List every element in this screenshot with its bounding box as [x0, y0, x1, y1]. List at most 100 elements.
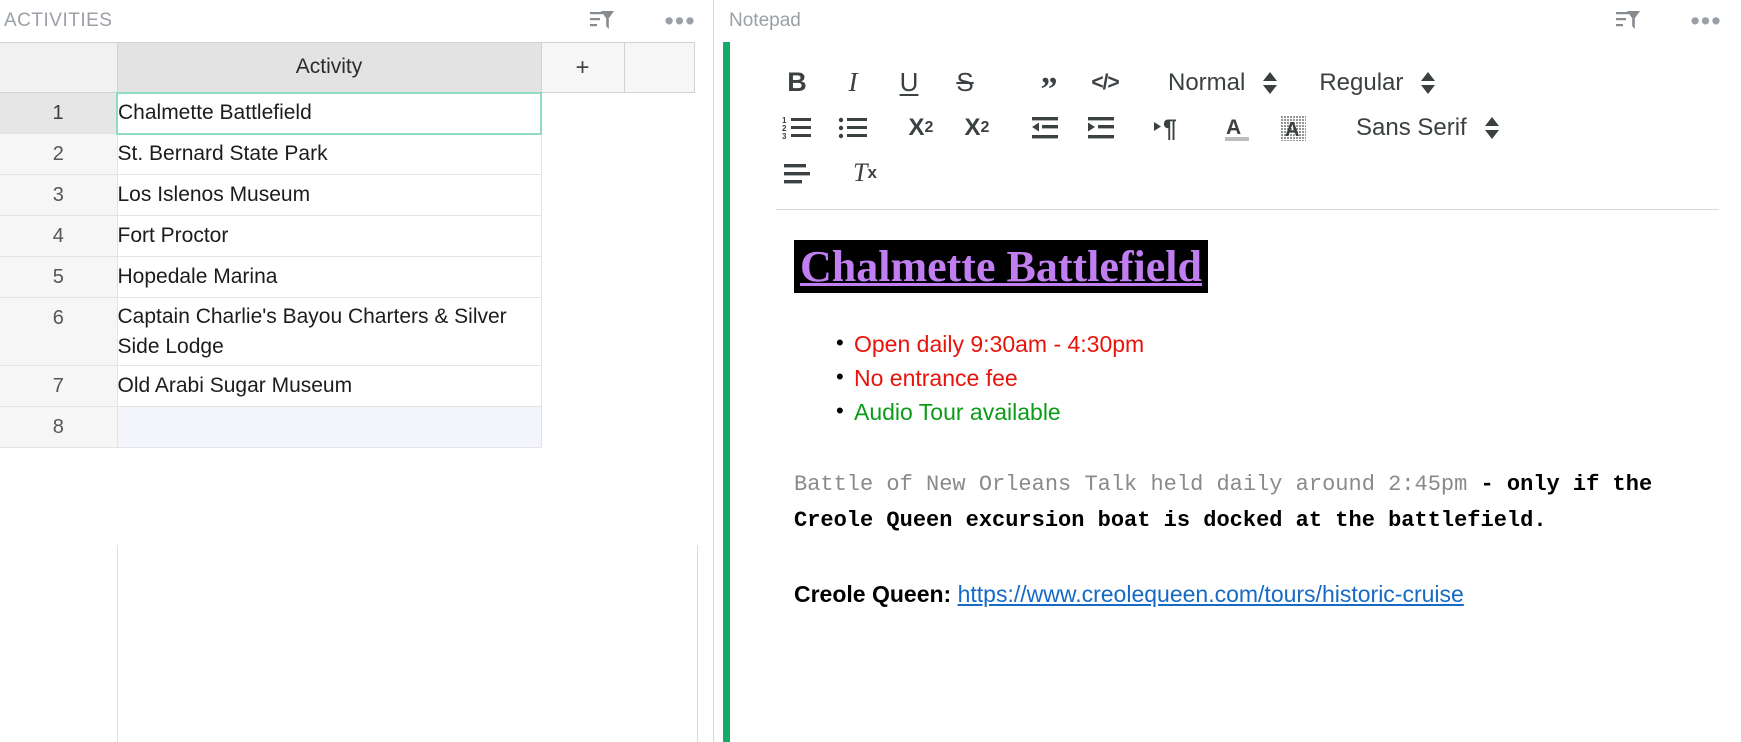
link-label: Creole Queen: [794, 580, 952, 607]
pane-divider [713, 0, 714, 742]
row-number[interactable]: 2 [0, 133, 118, 175]
column-header-activity[interactable]: Activity [117, 42, 542, 93]
row-number[interactable]: 6 [0, 297, 118, 366]
row-spacer [624, 133, 694, 175]
document-content[interactable]: Chalmette Battlefield Open daily 9:30am … [766, 210, 1719, 608]
font-weight-dropdown[interactable]: Regular [1319, 64, 1436, 102]
more-options-glyph: ••• [664, 6, 696, 36]
row-spacer [541, 174, 624, 216]
toolbar-row-1: B I U S ” </> Normal Regular [776, 60, 1719, 107]
paragraph-plain-text: Battle of New Orleans Talk held daily ar… [794, 472, 1481, 498]
header-extra-cell [624, 42, 695, 93]
table-row[interactable]: 1 Chalmette Battlefield [0, 91, 694, 135]
activity-cell[interactable]: Chalmette Battlefield [116, 91, 542, 135]
table-body: 1 Chalmette Battlefield 2 St. Bernard St… [0, 91, 694, 448]
row-number[interactable]: 3 [0, 174, 118, 216]
activity-cell[interactable]: Hopedale Marina [117, 256, 542, 298]
row-spacer [541, 297, 624, 366]
row-spacer [541, 215, 624, 257]
table-row[interactable]: 7 Old Arabi Sugar Museum [0, 365, 694, 407]
outdent-icon[interactable] [1024, 109, 1066, 147]
row-spacer [624, 92, 694, 134]
blockquote-icon[interactable]: ” [1028, 64, 1070, 107]
grid-empty-divider [117, 545, 118, 742]
row-number[interactable]: 5 [0, 256, 118, 298]
row-spacer [541, 406, 624, 448]
bold-button[interactable]: B [776, 64, 818, 102]
document-link-line: Creole Queen: https://www.creolequeen.co… [794, 581, 1709, 608]
creole-queen-link[interactable]: https://www.creolequeen.com/tours/histor… [958, 581, 1464, 607]
text-direction-icon[interactable]: ¶ [1148, 109, 1190, 147]
svg-text:¶: ¶ [1163, 115, 1177, 141]
italic-button[interactable]: I [832, 64, 874, 102]
row-spacer [624, 365, 694, 407]
indent-icon[interactable] [1080, 109, 1122, 147]
sort-filter-icon[interactable] [585, 6, 619, 36]
row-spacer [624, 256, 694, 298]
table-row[interactable]: 4 Fort Proctor [0, 215, 694, 257]
table-row[interactable]: 8 [0, 406, 694, 448]
document-bullet-list: Open daily 9:30am - 4:30pm No entrance f… [792, 327, 1709, 429]
paragraph-style-dropdown[interactable]: Normal [1168, 64, 1278, 102]
toolbar-row-2: 1 2 3 X 2 X 2 ¶ A A Sans Serif [776, 105, 1719, 150]
more-options-glyph: ••• [1690, 6, 1722, 36]
row-spacer [624, 174, 694, 216]
activity-cell[interactable]: Fort Proctor [117, 215, 542, 257]
superscript-icon[interactable]: X2 [956, 109, 998, 147]
strikethrough-button[interactable]: S [944, 64, 986, 102]
chevron-updown-icon [1263, 71, 1278, 94]
activity-cell[interactable]: Captain Charlie's Bayou Charters & Silve… [117, 297, 542, 366]
row-number[interactable]: 7 [0, 365, 118, 407]
table-row[interactable]: 5 Hopedale Marina [0, 256, 694, 298]
activity-cell[interactable]: Old Arabi Sugar Museum [117, 365, 542, 407]
add-column-button[interactable]: + [541, 42, 625, 93]
activity-cell[interactable]: Los Islenos Museum [117, 174, 542, 216]
activity-cell-empty[interactable] [117, 406, 542, 448]
accent-bar [723, 42, 730, 742]
list-item: Open daily 9:30am - 4:30pm [836, 327, 1709, 361]
page-title: ACTIVITIES [4, 10, 113, 31]
notepad-title: Notepad [729, 10, 801, 31]
clear-formatting-icon[interactable]: Tx [844, 154, 886, 192]
highlight-color-icon[interactable]: A [1272, 109, 1314, 147]
more-options-icon[interactable]: ••• [1689, 6, 1723, 36]
notepad-panel-header: Notepad ••• [715, 0, 1741, 42]
align-icon[interactable] [776, 154, 818, 192]
select-all-corner[interactable] [0, 42, 118, 93]
row-spacer [624, 215, 694, 257]
document-paragraph: Battle of New Orleans Talk held daily ar… [794, 467, 1674, 538]
underline-button[interactable]: U [888, 64, 930, 102]
grid-empty-area[interactable] [0, 545, 698, 742]
activities-table: Activity + 1 Chalmette Battlefield 2 St.… [0, 42, 695, 448]
app-root: ACTIVITIES ••• Activity + 1 Chalmette Ba… [0, 0, 1741, 742]
rich-text-editor[interactable]: B I U S ” </> Normal Regular 1 2 3 X 2 X… [730, 42, 1741, 742]
activities-grid: Activity + 1 Chalmette Battlefield 2 St.… [0, 42, 715, 742]
svg-text:A: A [1226, 116, 1241, 139]
subscript-icon[interactable]: X2 [900, 109, 942, 147]
bullet-list-icon[interactable] [832, 109, 874, 147]
toolbar-row-3: Tx [776, 150, 1719, 195]
sort-filter-icon[interactable] [1611, 6, 1645, 36]
row-spacer [624, 297, 694, 366]
table-row[interactable]: 2 St. Bernard State Park [0, 133, 694, 175]
notepad-header-actions: ••• [1611, 6, 1723, 36]
more-options-icon[interactable]: ••• [663, 6, 697, 36]
row-number[interactable]: 8 [0, 406, 118, 448]
font-family-dropdown[interactable]: Sans Serif [1356, 109, 1499, 147]
font-weight-value: Regular [1319, 68, 1404, 96]
ordered-list-icon[interactable]: 1 2 3 [776, 109, 818, 147]
notepad-body: B I U S ” </> Normal Regular 1 2 3 X 2 X… [715, 42, 1741, 742]
row-number[interactable]: 1 [0, 92, 118, 134]
activity-cell[interactable]: St. Bernard State Park [117, 133, 542, 175]
row-spacer [624, 406, 694, 448]
row-number[interactable]: 4 [0, 215, 118, 257]
svg-text:A: A [1285, 119, 1299, 141]
code-block-icon[interactable]: </> [1084, 64, 1126, 102]
document-heading: Chalmette Battlefield [794, 240, 1208, 294]
table-row[interactable]: 6 Captain Charlie's Bayou Charters & Sil… [0, 297, 694, 366]
row-spacer [541, 92, 624, 134]
table-row[interactable]: 3 Los Islenos Museum [0, 174, 694, 216]
text-color-icon[interactable]: A [1216, 109, 1258, 147]
table-header-row: Activity + [0, 42, 695, 93]
svg-text:3: 3 [782, 132, 787, 141]
